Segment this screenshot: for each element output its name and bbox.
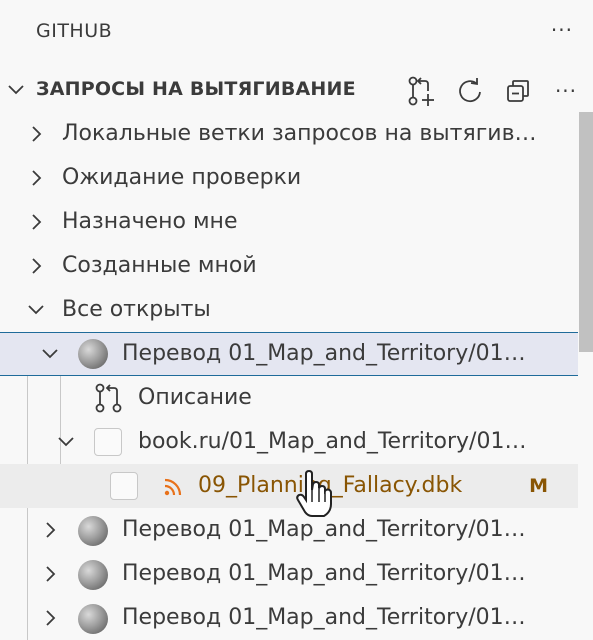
hand-cursor-icon: [296, 470, 332, 517]
file-checkbox[interactable]: [110, 472, 138, 500]
pull-requests-section-header[interactable]: ЗАПРОСЫ НА ВЫТЯГИВАНИЕ ···: [0, 68, 593, 112]
chevron-down-icon: [8, 85, 24, 95]
create-pr-icon: [408, 76, 434, 106]
more-icon: ···: [554, 79, 578, 103]
create-pull-request-button[interactable]: [405, 74, 439, 108]
view-more-icon[interactable]: ···: [551, 18, 573, 42]
avatar: [78, 604, 108, 634]
tree-item-label: Назначено мне: [62, 209, 238, 234]
chevron-right-icon: [46, 566, 56, 582]
chevron-right-icon: [32, 214, 42, 230]
tree-item-description[interactable]: Описание: [0, 376, 578, 420]
avatar: [78, 516, 108, 546]
chevron-right-icon: [46, 610, 56, 626]
tree-item-label: book.ru/01_Map_and_Territory/01…: [138, 429, 527, 454]
section-more-button[interactable]: ···: [549, 74, 583, 108]
tree-item-created-by-me[interactable]: Созданные мной: [0, 244, 578, 288]
modified-badge: M: [529, 475, 548, 497]
tree-item-pull-request[interactable]: Перевод 01_Map_and_Territory/01…: [0, 332, 578, 376]
section-title: ЗАПРОСЫ НА ВЫТЯГИВАНИЕ: [36, 78, 356, 100]
tree-item-label: Все открыты: [62, 297, 211, 322]
folder-checkbox[interactable]: [94, 428, 122, 456]
tree-item-pull-request[interactable]: Перевод 01_Map_and_Territory/01…: [0, 508, 578, 552]
github-view-title: GITHUB ···: [0, 0, 593, 64]
refresh-button[interactable]: [453, 74, 487, 108]
tree-item-pull-request[interactable]: Перевод 01_Map_and_Territory/01…: [0, 552, 578, 596]
collapse-all-icon: [507, 80, 529, 102]
chevron-down-icon: [58, 437, 74, 447]
tree-item-pull-request[interactable]: Перевод 01_Map_and_Territory/01…: [0, 596, 578, 640]
tree-item-label: 09_Planning_Fallacy.dbk: [198, 473, 463, 498]
chevron-right-icon: [32, 170, 42, 186]
chevron-right-icon: [32, 258, 42, 274]
tree-item-label: Описание: [138, 385, 252, 410]
avatar: [78, 560, 108, 590]
refresh-icon: [459, 78, 481, 103]
tree-item-local-branches[interactable]: Локальные ветки запросов на вытягив…: [0, 112, 578, 156]
chevron-right-icon: [32, 126, 42, 142]
rss-file-icon: [164, 478, 182, 496]
view-title-label: GITHUB: [36, 20, 113, 42]
tree-item-label: Перевод 01_Map_and_Territory/01…: [122, 517, 526, 542]
tree-item-label: Созданные мной: [62, 253, 257, 278]
pull-requests-tree: Локальные ветки запросов на вытягив… Ожи…: [0, 112, 593, 640]
tree-item-label: Перевод 01_Map_and_Territory/01…: [122, 561, 526, 586]
tree-item-file[interactable]: 09_Planning_Fallacy.dbk M: [0, 464, 578, 508]
tree-item-all-open[interactable]: Все открыты: [0, 288, 578, 332]
chevron-right-icon: [46, 522, 56, 538]
tree-item-label: Перевод 01_Map_and_Territory/01…: [122, 605, 526, 630]
chevron-down-icon: [28, 305, 44, 315]
chevron-down-icon: [42, 349, 58, 359]
tree-item-label: Ожидание проверки: [62, 165, 302, 190]
tree-item-waiting-review[interactable]: Ожидание проверки: [0, 156, 578, 200]
tree-item-label: Локальные ветки запросов на вытягив…: [62, 121, 537, 146]
avatar: [78, 339, 108, 369]
collapse-all-button[interactable]: [501, 74, 535, 108]
pull-request-icon: [95, 383, 122, 413]
tree-item-assigned-to-me[interactable]: Назначено мне: [0, 200, 578, 244]
section-actions: ···: [405, 74, 583, 108]
scrollbar-thumb[interactable]: [579, 112, 593, 352]
tree-item-label: Перевод 01_Map_and_Territory/01…: [122, 341, 526, 366]
tree-item-folder[interactable]: book.ru/01_Map_and_Territory/01…: [0, 420, 578, 464]
